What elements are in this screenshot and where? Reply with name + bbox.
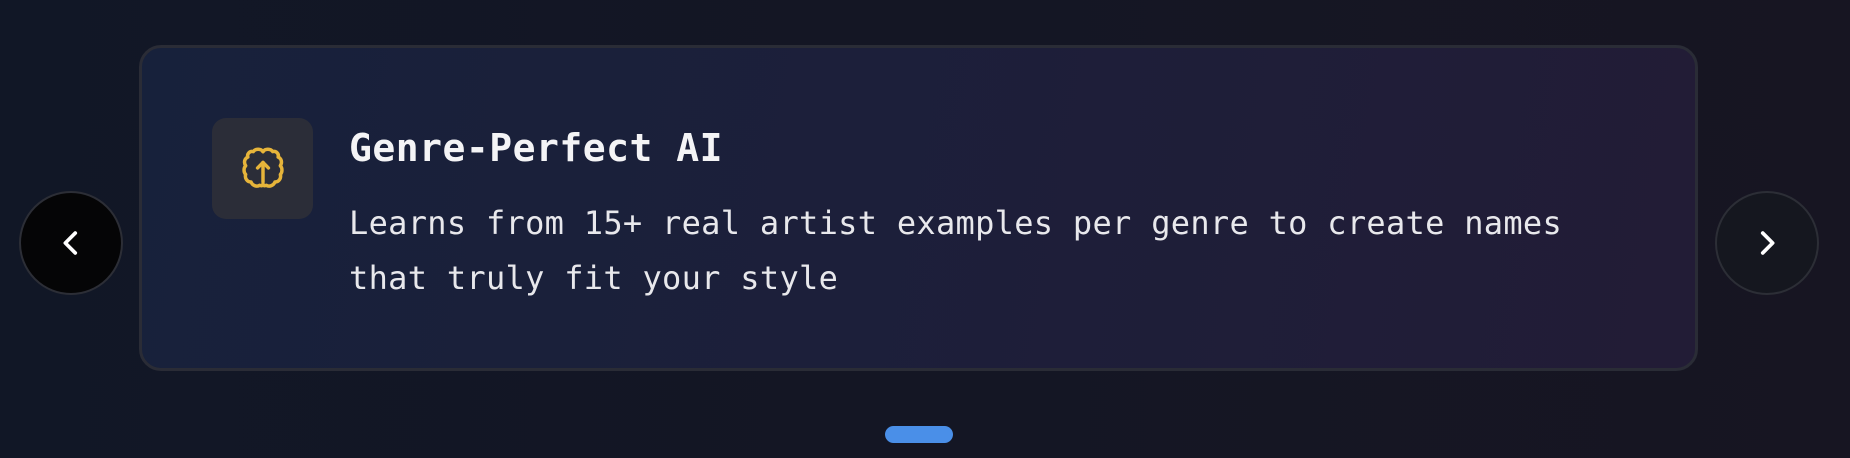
feature-title: Genre-Perfect AI (349, 126, 724, 170)
feature-carousel: Genre-Perfect AI Learns from 15+ real ar… (0, 0, 1850, 458)
feature-card: Genre-Perfect AI Learns from 15+ real ar… (139, 45, 1698, 371)
brain-icon (241, 147, 284, 188)
next-slide-button[interactable] (1715, 191, 1819, 295)
feature-icon-tile (212, 118, 313, 219)
chevron-left-icon (63, 231, 78, 255)
slide-indicators (885, 426, 953, 443)
feature-description: Learns from 15+ real artist examples per… (349, 204, 1563, 297)
chevron-right-icon (1760, 231, 1775, 255)
slide-indicator-active[interactable] (885, 426, 953, 443)
previous-slide-button[interactable] (19, 191, 123, 295)
